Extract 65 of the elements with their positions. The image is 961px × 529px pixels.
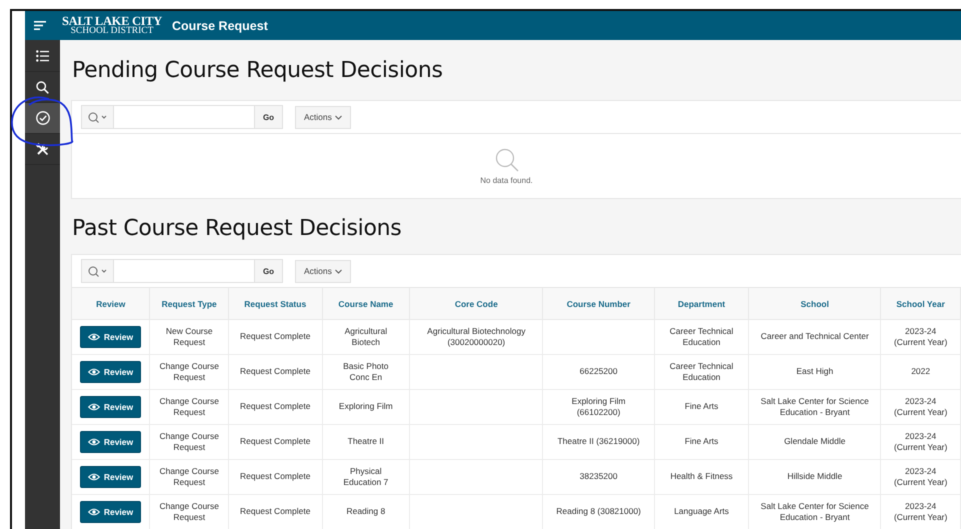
column-header[interactable]: Course Number [542, 288, 654, 320]
column-header[interactable]: Core Code [410, 288, 543, 320]
review-button[interactable]: Review [80, 501, 141, 523]
table-cell: Career and Technical Center [760, 331, 869, 342]
actions-menu-button[interactable]: Actions [295, 106, 351, 128]
section-heading: Pending Course Request Decisions [72, 58, 444, 83]
section-heading: Past Course Request Decisions [72, 216, 402, 241]
actions-menu-button[interactable]: Actions [295, 260, 351, 282]
empty-message: No data found. [480, 176, 533, 184]
column-header[interactable]: Review [72, 288, 150, 320]
table-cell: Request Complete [240, 506, 310, 516]
column-header[interactable]: Request Status [228, 288, 322, 320]
column-header[interactable]: Department [654, 288, 749, 320]
table-cell: Salt Lake Center for Science Education - Bryant [760, 396, 869, 417]
table-cell: Request Complete [240, 436, 310, 446]
table-cell: Change Course Request [159, 430, 219, 452]
table-cell: Agricultural Biotechnology (30020000020) [427, 326, 526, 347]
review-button[interactable]: Review [80, 361, 141, 383]
column-header[interactable]: Request Type [150, 288, 228, 320]
table-cell: Theatre II (36219000) [557, 436, 640, 446]
table-cell: Health & Fitness [670, 471, 733, 482]
review-button[interactable]: Review [80, 396, 141, 418]
table-cell: Change Course Request [159, 396, 219, 417]
table-cell: Request Complete [240, 401, 310, 412]
table-cell: Language Arts [674, 506, 729, 516]
table-cell: Change Course Request [159, 500, 219, 522]
table-cell: 2023-24 (Current Year) [894, 430, 948, 452]
logo-subtext: SCHOOL DISTRICT [70, 27, 154, 36]
table-cell: 2023-24 (Current Year) [894, 466, 948, 487]
column-header[interactable]: Course Name [322, 288, 410, 320]
table-cell: Exploring Film [338, 401, 393, 412]
table-cell: Hillside Middle [787, 471, 842, 482]
logo-text: SALT LAKE CITY [62, 14, 162, 27]
table-cell: Request Complete [240, 331, 310, 342]
table-cell: 2023-24 (Current Year) [894, 500, 948, 522]
table-cell: 38235200 [580, 471, 618, 482]
table-cell: Salt Lake Center for Science Education - Bryant [760, 500, 869, 522]
table-cell: Agricultural Biotech [344, 326, 388, 347]
table-cell: 66225200 [580, 366, 618, 376]
app-title: Course Request [172, 18, 268, 32]
table-cell: 2023-24 (Current Year) [894, 326, 948, 347]
table-cell: 2022 [911, 366, 930, 376]
table-cell: 2023-24 (Current Year) [894, 396, 948, 417]
table-cell: Physical Education 7 [343, 466, 388, 487]
review-button[interactable]: Review [80, 431, 141, 453]
table-cell: Theatre II [348, 436, 384, 446]
table-cell: Change Course Request [159, 466, 219, 487]
review-button[interactable]: Review [80, 466, 141, 488]
column-header[interactable]: School Year [880, 288, 960, 320]
table-cell: Request Complete [240, 366, 310, 376]
table-cell: New Course Request [166, 326, 213, 347]
table-cell: Glendale Middle [784, 436, 846, 446]
table-cell: East High [796, 366, 834, 376]
table-cell: Career Technical Education [670, 326, 734, 347]
table-cell: Reading 8 [346, 506, 386, 516]
table-cell: Change Course Request [159, 360, 219, 382]
table-cell: Fine Arts [684, 401, 718, 412]
column-header[interactable]: School [748, 288, 881, 320]
table-cell: Exploring Film (66102200) [572, 396, 626, 417]
table-cell: Basic Photo Conc En [343, 360, 389, 382]
review-button[interactable]: Review [80, 326, 141, 348]
table-cell: Fine Arts [684, 436, 718, 446]
table-cell: Reading 8 (30821000) [556, 506, 641, 516]
table-cell: Request Complete [240, 471, 310, 482]
table-cell: Career Technical Education [670, 360, 734, 382]
